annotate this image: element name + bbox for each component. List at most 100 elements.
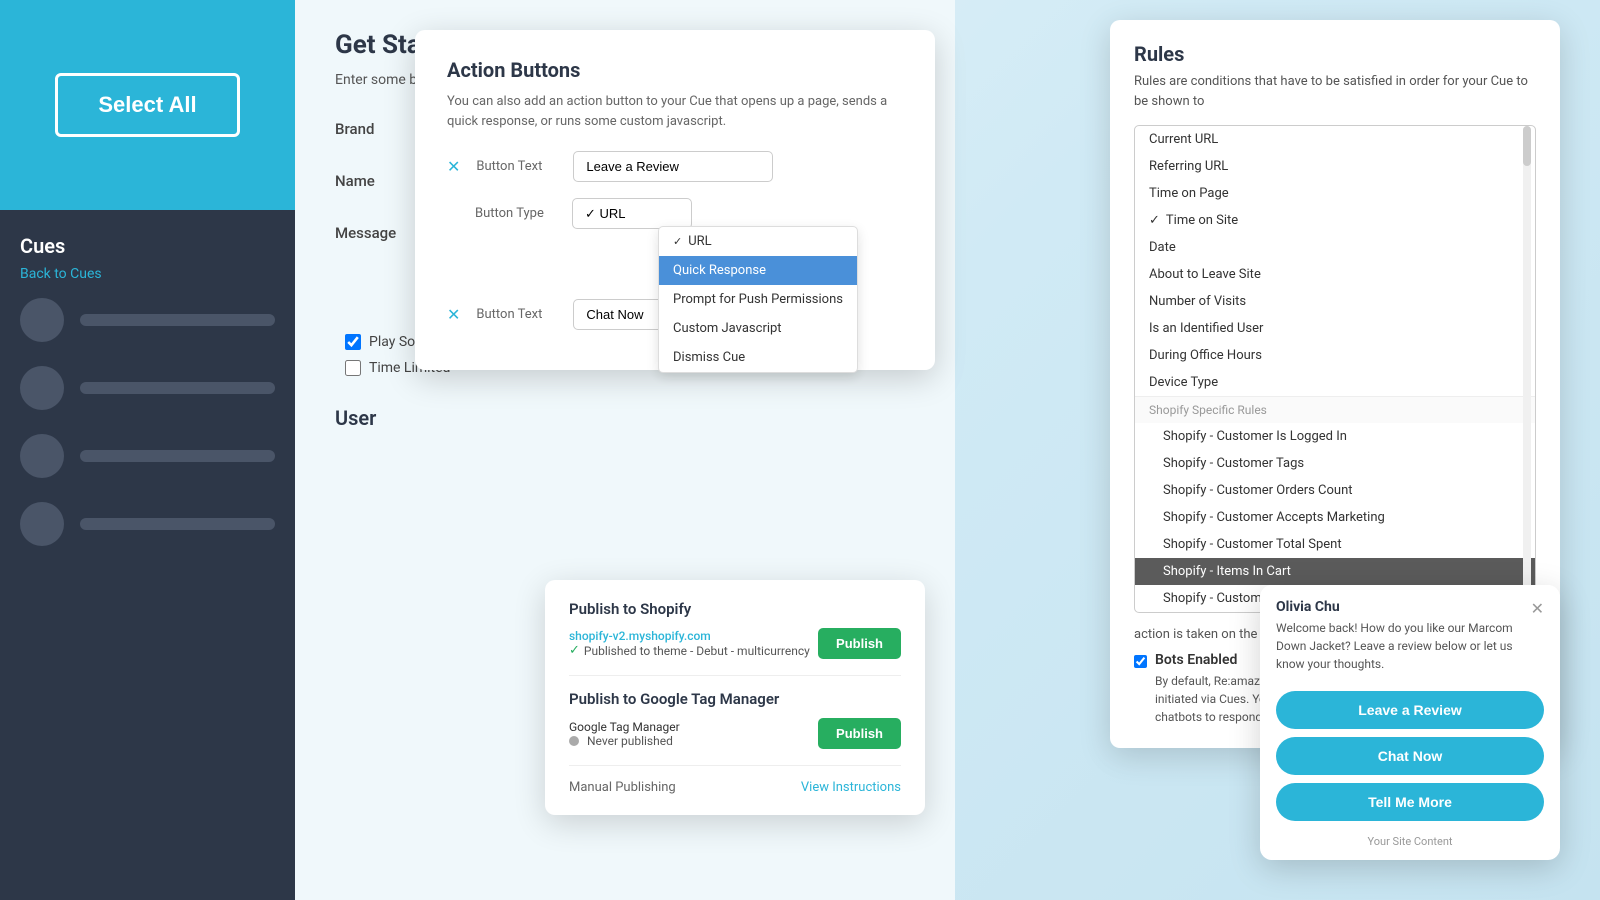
brand-label: Brand [335, 120, 425, 138]
list-item [20, 298, 275, 342]
dropdown-item-url[interactable]: ✓ URL [659, 227, 857, 256]
widget-close-icon[interactable]: ✕ [1531, 599, 1544, 618]
action-buttons-modal: Action Buttons You can also add an actio… [415, 30, 935, 370]
rules-item-number-visits[interactable]: Number of Visits [1135, 288, 1535, 315]
sidebar-bar [80, 450, 275, 462]
rules-item-shopify-items-cart[interactable]: Shopify - Items In Cart [1135, 558, 1535, 585]
rules-item-shopify-total-spent[interactable]: Shopify - Customer Total Spent [1135, 531, 1535, 558]
list-item [20, 502, 275, 546]
time-limited-checkbox[interactable] [345, 360, 361, 376]
shopify-publish-button[interactable]: Publish [818, 628, 901, 659]
dropdown-item-js[interactable]: Custom Javascript [659, 314, 857, 343]
publish-modal: Publish to Shopify shopify-v2.myshopify.… [545, 580, 925, 815]
rules-title: Rules [1134, 42, 1536, 66]
avatar [20, 366, 64, 410]
name-label: Name [335, 172, 425, 190]
sidebar-bar [80, 314, 275, 326]
dropdown-label: Custom Javascript [673, 321, 782, 336]
select-all-button[interactable]: Select All [55, 73, 239, 137]
rules-item-referring-url[interactable]: Referring URL [1135, 153, 1535, 180]
shopify-rules-header: Shopify Specific Rules [1135, 396, 1535, 423]
sidebar-nav: Cues Back to Cues [0, 210, 295, 900]
button-type-dropdown: ✓ URL Quick Response Prompt for Push Per… [658, 226, 858, 373]
shopify-status-text: Published to theme - Debut - multicurren… [584, 644, 810, 658]
dropdown-label: Quick Response [673, 263, 766, 278]
rules-item-date[interactable]: Date [1135, 234, 1535, 261]
button1-type-input[interactable] [572, 198, 692, 229]
rules-item-identified-user[interactable]: Is an Identified User [1135, 315, 1535, 342]
button2-text-label: Button Text [476, 307, 561, 322]
button1-text-label: Button Text [476, 159, 561, 174]
widget-tell-more-button[interactable]: Tell Me More [1276, 783, 1544, 821]
checkmark-icon: ✓ [1149, 213, 1160, 228]
sidebar-bar [80, 518, 275, 530]
dropdown-label: Prompt for Push Permissions [673, 292, 843, 307]
rules-item-current-url[interactable]: Current URL [1135, 126, 1535, 153]
scrollbar-thumb[interactable] [1523, 126, 1531, 166]
list-item [20, 434, 275, 478]
widget-message: Welcome back! How do you like our Marcom… [1276, 619, 1531, 673]
back-to-cues-link[interactable]: Back to Cues [20, 266, 275, 282]
checkmark-icon: ✓ [673, 235, 682, 248]
action-buttons-desc: You can also add an action button to you… [447, 92, 903, 131]
divider-2 [569, 765, 901, 766]
bots-checkbox[interactable] [1134, 654, 1147, 669]
button1-type-label: Button Type [475, 206, 560, 221]
view-instructions-link[interactable]: View Instructions [801, 780, 901, 795]
check-icon: ✓ [569, 643, 580, 658]
user-section-label: User [335, 406, 915, 430]
preview-widget: Olivia Chu Welcome back! How do you like… [1260, 585, 1560, 860]
dropdown-item-quick-response[interactable]: Quick Response [659, 256, 857, 285]
button1-text-row: ✕ Button Text [447, 151, 903, 182]
rules-item-shopify-tags[interactable]: Shopify - Customer Tags [1135, 450, 1535, 477]
action-buttons-title: Action Buttons [447, 58, 903, 82]
dropdown-label: Dismiss Cue [673, 350, 745, 365]
button1-text-input[interactable] [573, 151, 773, 182]
shopify-publish-row: shopify-v2.myshopify.com ✓ Published to … [569, 628, 901, 659]
manual-publish-row: Manual Publishing View Instructions [569, 780, 901, 795]
list-item [20, 366, 275, 410]
gtm-publish-row: Google Tag Manager Never published Publi… [569, 718, 901, 749]
gtm-publish-title: Publish to Google Tag Manager [569, 690, 901, 708]
sidebar-top: Select All [0, 0, 295, 210]
dropdown-item-dismiss[interactable]: Dismiss Cue [659, 343, 857, 372]
widget-chat-now-button[interactable]: Chat Now [1276, 737, 1544, 775]
avatar [20, 502, 64, 546]
close-button1-icon[interactable]: ✕ [447, 157, 460, 176]
gtm-publish-button[interactable]: Publish [818, 718, 901, 749]
gtm-status-icon [569, 736, 579, 746]
dropdown-item-push[interactable]: Prompt for Push Permissions [659, 285, 857, 314]
avatar [20, 298, 64, 342]
divider [569, 675, 901, 676]
manual-publish-label: Manual Publishing [569, 780, 676, 795]
widget-buttons: Leave a Review Chat Now Tell Me More [1260, 683, 1560, 827]
widget-site-label: Your Site Content [1260, 827, 1560, 860]
widget-header: Olivia Chu Welcome back! How do you like… [1260, 585, 1560, 683]
widget-content-group: Olivia Chu Welcome back! How do you like… [1276, 599, 1531, 673]
rules-item-time-on-site[interactable]: ✓ Time on Site [1135, 207, 1535, 234]
sidebar-bar [80, 382, 275, 394]
rules-item-office-hours[interactable]: During Office Hours [1135, 342, 1535, 369]
play-sound-checkbox[interactable] [345, 334, 361, 350]
rules-item-time-on-page[interactable]: Time on Page [1135, 180, 1535, 207]
rules-item-device-type[interactable]: Device Type [1135, 369, 1535, 396]
shopify-url: shopify-v2.myshopify.com [569, 629, 810, 643]
rules-item-shopify-marketing[interactable]: Shopify - Customer Accepts Marketing [1135, 504, 1535, 531]
shopify-publish-title: Publish to Shopify [569, 600, 901, 618]
shopify-info: shopify-v2.myshopify.com ✓ Published to … [569, 629, 810, 658]
rules-item-about-to-leave[interactable]: About to Leave Site [1135, 261, 1535, 288]
rules-item-shopify-logged-in[interactable]: Shopify - Customer Is Logged In [1135, 423, 1535, 450]
shopify-status: ✓ Published to theme - Debut - multicurr… [569, 643, 810, 658]
nav-title: Cues [20, 234, 275, 258]
gtm-info: Google Tag Manager Never published [569, 720, 680, 748]
widget-user-name: Olivia Chu [1276, 599, 1531, 615]
message-label: Message [335, 224, 425, 242]
close-button2-icon[interactable]: ✕ [447, 305, 460, 324]
scrollbar-track [1523, 126, 1531, 612]
rules-dropdown: Current URL Referring URL Time on Page ✓… [1134, 125, 1536, 613]
rules-desc: Rules are conditions that have to be sat… [1134, 72, 1536, 111]
rules-item-shopify-orders[interactable]: Shopify - Customer Orders Count [1135, 477, 1535, 504]
widget-leave-review-button[interactable]: Leave a Review [1276, 691, 1544, 729]
avatar [20, 434, 64, 478]
gtm-status: Never published [569, 734, 680, 748]
